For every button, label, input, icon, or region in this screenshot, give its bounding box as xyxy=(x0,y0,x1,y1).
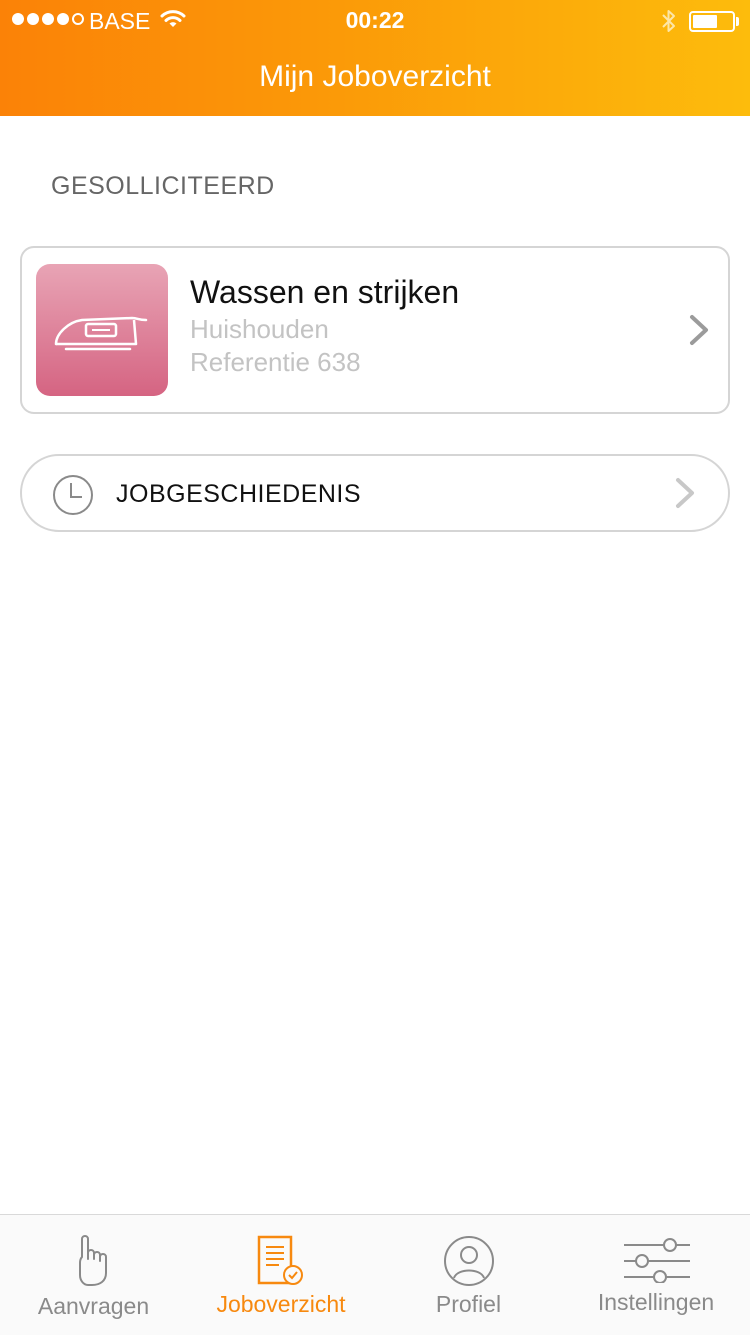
tab-aanvragen[interactable]: Aanvragen xyxy=(0,1215,187,1335)
hand-icon xyxy=(79,1235,107,1286)
tab-instellingen[interactable]: Instellingen xyxy=(562,1215,750,1335)
tab-profiel[interactable]: Profiel xyxy=(375,1215,562,1335)
job-card[interactable]: Wassen en strijken Huishouden Referentie… xyxy=(20,246,730,414)
tab-joboverzicht[interactable]: Joboverzicht xyxy=(187,1215,375,1335)
job-history-label: JOBGESCHIEDENIS xyxy=(116,480,362,508)
iron-icon xyxy=(54,316,148,351)
document-check-icon xyxy=(257,1235,303,1285)
battery-icon xyxy=(689,11,735,32)
job-thumbnail xyxy=(36,264,168,396)
tab-label: Profiel xyxy=(435,1291,502,1317)
section-label: GESOLLICITEERD xyxy=(51,172,275,200)
job-reference: Referentie 638 xyxy=(190,347,361,377)
status-time: 00:22 xyxy=(345,7,405,33)
header: BASE 00:22 Mijn Joboverzicht xyxy=(0,0,750,116)
page-title: Mijn Joboverzicht xyxy=(259,60,491,93)
chevron-right-icon xyxy=(690,315,708,345)
sliders-icon xyxy=(624,1238,690,1283)
clock-icon xyxy=(53,475,93,515)
tab-label: Joboverzicht xyxy=(216,1291,346,1317)
job-title: Wassen en strijken xyxy=(190,274,460,310)
job-category: Huishouden xyxy=(190,314,329,344)
bluetooth-icon xyxy=(660,8,678,39)
user-icon xyxy=(444,1236,494,1286)
chevron-right-icon xyxy=(676,478,694,508)
tab-label: Aanvragen xyxy=(37,1293,150,1319)
tab-label: Instellingen xyxy=(597,1289,715,1315)
status-bar: BASE 00:22 xyxy=(0,0,750,40)
battery-nub xyxy=(736,17,739,26)
job-history-button[interactable]: JOBGESCHIEDENIS xyxy=(20,454,730,532)
tab-bar: Aanvragen Joboverzicht Profiel Instellin… xyxy=(0,1214,750,1335)
